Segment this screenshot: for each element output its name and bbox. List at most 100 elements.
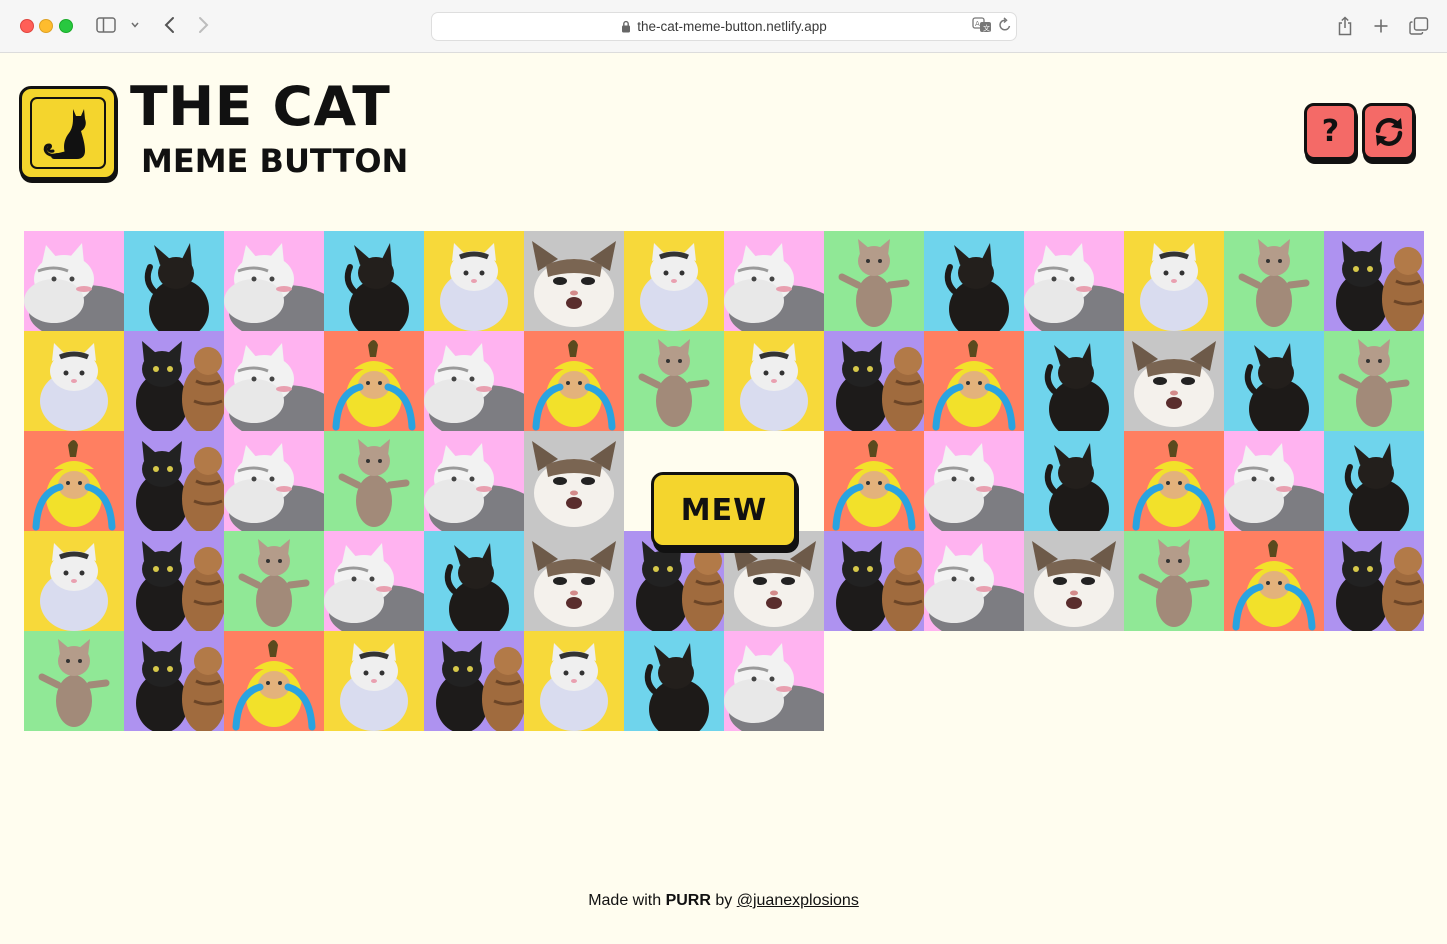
author-link[interactable]: @juanexplosions [737, 892, 859, 909]
meme-tile-white-cat[interactable] [324, 531, 424, 631]
banana-cat-image [232, 640, 316, 731]
meme-tile-screaming-cat[interactable] [1124, 331, 1224, 431]
meme-tile-dancing-cat[interactable] [24, 631, 124, 731]
meme-tile-black-and-tabby-cats[interactable] [124, 631, 224, 731]
white-cat-image [224, 243, 324, 331]
meme-tile-black-and-tabby-cats[interactable] [1324, 531, 1424, 631]
meme-tile-dancing-cat[interactable] [324, 431, 424, 531]
black-and-tabby-cats-image [836, 541, 924, 631]
meme-tile-plump-white-cat[interactable] [24, 531, 124, 631]
meme-tile-white-cat[interactable] [924, 531, 1024, 631]
meme-tile-white-cat[interactable] [424, 431, 524, 531]
dancing-cat-image [1338, 339, 1410, 427]
meme-tile-plump-white-cat[interactable] [624, 231, 724, 331]
translate-icon[interactable]: A文 [972, 17, 992, 33]
meme-tile-banana-cat[interactable] [324, 331, 424, 431]
meme-tile-black-cat-back[interactable] [1324, 431, 1424, 531]
lock-icon [621, 20, 631, 33]
meme-tile-white-cat[interactable] [724, 231, 824, 331]
minimize-window-button[interactable] [39, 19, 53, 33]
forward-arrow-icon[interactable] [195, 14, 213, 36]
meme-tile-banana-cat[interactable] [1124, 431, 1224, 531]
meme-tile-banana-cat[interactable] [824, 431, 924, 531]
close-window-button[interactable] [20, 19, 34, 33]
meme-tile-white-cat[interactable] [224, 231, 324, 331]
meme-tile-dancing-cat[interactable] [1224, 231, 1324, 331]
help-button[interactable]: ? [1304, 103, 1357, 160]
meme-tile-black-cat-back[interactable] [424, 531, 524, 631]
meme-tile-white-cat[interactable] [724, 631, 824, 731]
meme-tile-screaming-cat[interactable] [524, 531, 624, 631]
meme-tile-black-and-tabby-cats[interactable] [124, 331, 224, 431]
meme-tile-screaming-cat[interactable] [1024, 531, 1124, 631]
meme-tile-banana-cat[interactable] [224, 631, 324, 731]
banana-cat-image [1132, 440, 1216, 531]
footer-brand: PURR [665, 892, 711, 909]
banana-cat-image [532, 340, 616, 431]
meme-tile-black-cat-back[interactable] [924, 231, 1024, 331]
meme-tile-white-cat[interactable] [1024, 231, 1124, 331]
white-cat-image [224, 343, 324, 431]
meme-tile-plump-white-cat[interactable] [724, 331, 824, 431]
meme-tile-black-cat-back[interactable] [1024, 431, 1124, 531]
address-bar[interactable]: the-cat-meme-button.netlify.app [431, 12, 1017, 41]
meme-tile-black-cat-back[interactable] [124, 231, 224, 331]
meme-tile-black-and-tabby-cats[interactable] [124, 531, 224, 631]
meme-tile-black-cat-back[interactable] [1024, 331, 1124, 431]
meme-tile-white-cat[interactable] [1224, 431, 1324, 531]
meme-tile-plump-white-cat[interactable] [424, 231, 524, 331]
meme-tile-dancing-cat[interactable] [1124, 531, 1224, 631]
share-icon[interactable] [1336, 15, 1354, 37]
meme-tile-black-and-tabby-cats[interactable] [824, 331, 924, 431]
chevron-down-icon[interactable] [128, 16, 142, 34]
meme-tile-plump-white-cat[interactable] [24, 331, 124, 431]
plump-white-cat-image [1140, 243, 1208, 331]
reload-icon[interactable] [998, 17, 1012, 33]
screaming-cat-image [1032, 541, 1116, 627]
meme-tile-plump-white-cat[interactable] [524, 631, 624, 731]
meme-tile-dancing-cat[interactable] [624, 331, 724, 431]
meme-tile-screaming-cat[interactable] [524, 431, 624, 531]
meme-tile-plump-white-cat[interactable] [324, 631, 424, 731]
meme-tile-banana-cat[interactable] [1224, 531, 1324, 631]
meme-tile-white-cat[interactable] [224, 431, 324, 531]
screaming-cat-image [532, 541, 616, 627]
meme-tile-banana-cat[interactable] [924, 331, 1024, 431]
plump-white-cat-image [40, 543, 108, 631]
meme-tile-white-cat[interactable] [924, 431, 1024, 531]
tab-overview-icon[interactable] [1409, 15, 1429, 37]
meme-tile-black-and-tabby-cats[interactable] [124, 431, 224, 531]
screaming-cat-image [532, 441, 616, 527]
mew-button[interactable]: MEW [651, 472, 797, 548]
meme-tile-dancing-cat[interactable] [824, 231, 924, 331]
meme-tile-plump-white-cat[interactable] [1124, 231, 1224, 331]
new-tab-icon[interactable] [1372, 15, 1390, 37]
meme-tile-white-cat[interactable] [424, 331, 524, 431]
meme-tile-black-and-tabby-cats[interactable] [1324, 231, 1424, 331]
zoom-window-button[interactable] [59, 19, 73, 33]
meme-tile-black-cat-back[interactable] [324, 231, 424, 331]
meme-tile-dancing-cat[interactable] [224, 531, 324, 631]
white-cat-image [924, 543, 1024, 631]
banana-cat-image [1232, 540, 1316, 631]
meme-tile-black-and-tabby-cats[interactable] [424, 631, 524, 731]
meme-tile-dancing-cat[interactable] [1324, 331, 1424, 431]
meme-tile-white-cat[interactable] [224, 331, 324, 431]
dancing-cat-image [838, 239, 910, 327]
black-cat-back-image [944, 243, 1009, 331]
meme-tile-banana-cat[interactable] [24, 431, 124, 531]
meme-tile-screaming-cat[interactable] [524, 231, 624, 331]
sidebar-toggle-icon[interactable] [96, 16, 116, 34]
back-arrow-icon[interactable] [160, 14, 178, 36]
white-cat-image [324, 543, 424, 631]
refresh-button[interactable] [1362, 103, 1415, 160]
black-and-tabby-cats-image [1336, 541, 1424, 631]
meme-tile-black-and-tabby-cats[interactable] [824, 531, 924, 631]
black-and-tabby-cats-image [436, 641, 524, 731]
white-cat-image [724, 643, 824, 731]
meme-tile-white-cat[interactable] [24, 231, 124, 331]
meme-tile-black-cat-back[interactable] [1224, 331, 1324, 431]
question-mark-icon: ? [1321, 114, 1340, 149]
meme-tile-banana-cat[interactable] [524, 331, 624, 431]
meme-tile-black-cat-back[interactable] [624, 631, 724, 731]
